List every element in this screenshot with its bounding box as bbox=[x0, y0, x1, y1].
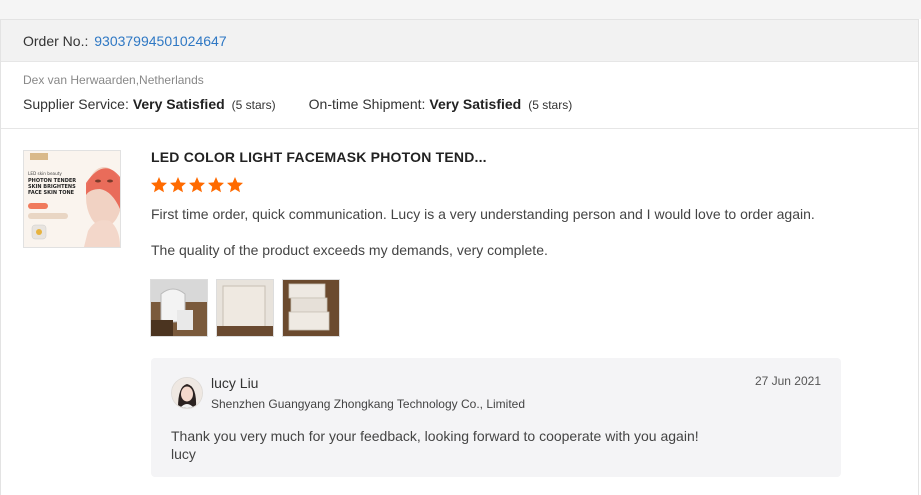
reply-text-line-2: lucy bbox=[171, 446, 196, 462]
section-divider bbox=[1, 128, 918, 129]
review-photo-3[interactable] bbox=[282, 279, 340, 337]
avatar bbox=[171, 377, 203, 409]
reply-text: Thank you very much for your feedback, l… bbox=[171, 427, 699, 463]
shipment-label: On-time Shipment: bbox=[308, 96, 426, 112]
seller-reply: lucy Liu Shenzhen Guangyang Zhongkang Te… bbox=[151, 358, 841, 477]
product-thumbnail[interactable]: LED skin beauty PHOTON TENDER SKIN BRIGH… bbox=[23, 150, 121, 248]
reply-date: 27 Jun 2021 bbox=[754, 374, 821, 388]
product-rating-stars bbox=[150, 176, 245, 196]
box-photo-icon bbox=[217, 280, 273, 336]
order-number-row: Order No.: 93037994501024647 bbox=[23, 33, 227, 49]
boxes-photo-icon bbox=[283, 280, 339, 336]
buyer-info: Dex van Herwaarden,Netherlands bbox=[23, 73, 204, 87]
product-image-icon: LED skin beauty PHOTON TENDER SKIN BRIGH… bbox=[24, 151, 120, 247]
order-number-label: Order No.: bbox=[23, 33, 89, 49]
review-text-line-2: The quality of the product exceeds my de… bbox=[151, 242, 548, 258]
feedback-card: Order No.: 93037994501024647 Dex van Her… bbox=[0, 19, 919, 495]
star-icon bbox=[208, 177, 224, 193]
star-icon bbox=[227, 177, 243, 193]
top-spacer bbox=[0, 0, 921, 19]
product-photo-icon bbox=[151, 280, 207, 336]
shipment-stars: (5 stars) bbox=[528, 98, 573, 112]
supplier-service-value: Very Satisfied bbox=[132, 96, 225, 112]
order-header: Order No.: 93037994501024647 bbox=[1, 20, 918, 62]
shipment-value: Very Satisfied bbox=[429, 96, 522, 112]
seller-avatar-icon bbox=[172, 378, 202, 408]
star-icon bbox=[170, 177, 186, 193]
order-number-link[interactable]: 93037994501024647 bbox=[94, 33, 226, 49]
seller-ratings: Supplier Service: Very Satisfied (5 stars)… bbox=[23, 96, 572, 112]
supplier-service-label: Supplier Service: bbox=[23, 96, 129, 112]
star-icon bbox=[189, 177, 205, 193]
review-photo-2[interactable] bbox=[216, 279, 274, 337]
supplier-service-stars: (5 stars) bbox=[231, 98, 276, 112]
star-icon bbox=[151, 177, 167, 193]
thumb-text-3: FACE SKIN TONE bbox=[28, 190, 75, 196]
review-text-line-1: First time order, quick communication. L… bbox=[151, 206, 815, 222]
reply-text-line-1: Thank you very much for your feedback, l… bbox=[171, 428, 699, 444]
reply-company: Shenzhen Guangyang Zhongkang Technology … bbox=[211, 397, 525, 411]
product-title[interactable]: LED COLOR LIGHT FACEMASK PHOTON TEND... bbox=[151, 149, 487, 165]
review-photo-1[interactable] bbox=[150, 279, 208, 337]
svg-text:LED skin beauty: LED skin beauty bbox=[28, 171, 62, 176]
reply-author-name: lucy Liu bbox=[211, 375, 259, 391]
